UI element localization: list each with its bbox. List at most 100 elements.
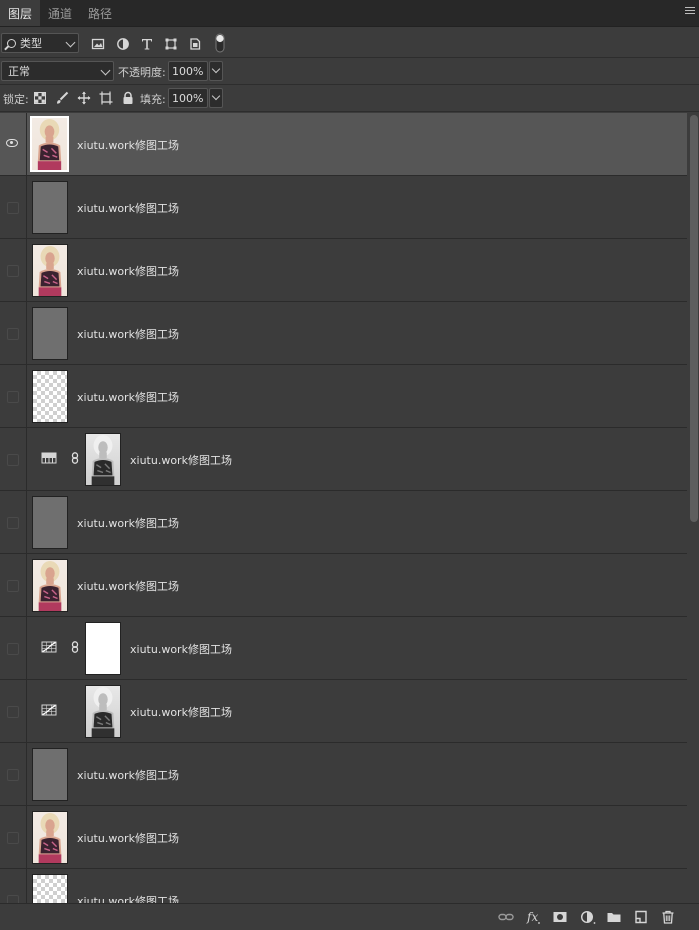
layer-row[interactable]: xiutu.work修图工场 xyxy=(0,365,687,428)
lock-artboard-icon[interactable] xyxy=(99,91,113,105)
filter-toggle-icon[interactable] xyxy=(215,33,225,53)
layer-thumbnail[interactable] xyxy=(32,559,68,612)
adjustment-filter-icon[interactable] xyxy=(116,37,130,51)
portrait-thumbnail-image xyxy=(38,245,62,296)
layer-thumbnail[interactable] xyxy=(32,874,68,903)
layer-name[interactable]: xiutu.work修图工场 xyxy=(77,326,179,342)
layer-name[interactable]: xiutu.work修图工场 xyxy=(77,830,179,846)
layer-row[interactable]: xiutu.work修图工场 xyxy=(0,302,687,365)
layer-thumbnail[interactable] xyxy=(30,116,69,172)
mask-link-icon[interactable] xyxy=(71,452,79,464)
layer-name[interactable]: xiutu.work修图工场 xyxy=(77,263,179,279)
layer-row[interactable]: xiutu.work修图工场 xyxy=(0,176,687,239)
layer-thumbnail[interactable] xyxy=(32,496,68,549)
filter-type-label: 类型 xyxy=(20,37,42,50)
new-group-icon[interactable] xyxy=(606,910,622,924)
mask-link-icon[interactable] xyxy=(71,641,79,653)
opacity-input[interactable]: 100% xyxy=(168,61,208,81)
tab-paths[interactable]: 路径 xyxy=(80,0,120,26)
image-filter-icon[interactable] xyxy=(91,37,105,51)
layer-name[interactable]: xiutu.work修图工场 xyxy=(77,389,179,405)
blend-mode-select[interactable]: 正常 xyxy=(1,61,114,81)
curves-adjustment-icon[interactable] xyxy=(41,641,57,653)
fill-dropdown[interactable] xyxy=(209,88,223,108)
panel-menu-icon[interactable] xyxy=(685,7,695,17)
smart-object-filter-icon[interactable] xyxy=(188,37,202,51)
visibility-toggle[interactable] xyxy=(0,743,27,805)
filter-row: 类型 xyxy=(0,29,699,58)
hidden-visibility-box xyxy=(7,328,19,340)
shape-filter-icon[interactable] xyxy=(164,37,178,51)
visibility-toggle[interactable] xyxy=(0,365,27,427)
fill-input[interactable]: 100% xyxy=(168,88,208,108)
hidden-visibility-box xyxy=(7,391,19,403)
type-filter-icon[interactable] xyxy=(140,37,154,51)
new-adjustment-icon[interactable] xyxy=(580,910,596,924)
visibility-toggle[interactable] xyxy=(0,113,27,175)
curves-adjustment-icon[interactable] xyxy=(41,704,57,716)
layer-row[interactable]: xiutu.work修图工场 xyxy=(0,743,687,806)
new-layer-icon[interactable] xyxy=(633,910,649,924)
layer-row[interactable]: xiutu.work修图工场 xyxy=(0,617,687,680)
blend-mode-label: 正常 xyxy=(8,65,30,78)
layer-row[interactable]: xiutu.work修图工场 xyxy=(0,113,687,176)
layer-mask-thumbnail[interactable] xyxy=(85,685,121,738)
visibility-toggle[interactable] xyxy=(0,617,27,679)
lock-all-icon[interactable] xyxy=(121,91,135,105)
layer-thumbnail[interactable] xyxy=(32,370,68,423)
lock-position-icon[interactable] xyxy=(77,91,91,105)
tab-channels[interactable]: 通道 xyxy=(40,0,80,26)
visibility-toggle[interactable] xyxy=(0,680,27,742)
link-layers-icon[interactable] xyxy=(498,910,514,924)
tab-layers[interactable]: 图层 xyxy=(0,0,41,26)
layer-name[interactable]: xiutu.work修图工场 xyxy=(77,515,179,531)
fx-icon[interactable]: fx xyxy=(525,910,541,924)
layer-name[interactable]: xiutu.work修图工场 xyxy=(77,200,179,216)
filter-type-select[interactable]: 类型 xyxy=(1,33,79,53)
add-mask-icon[interactable] xyxy=(552,910,568,924)
layer-thumbnail[interactable] xyxy=(32,748,68,801)
layer-row[interactable]: xiutu.work修图工场 xyxy=(0,869,687,903)
layer-row[interactable]: xiutu.work修图工场 xyxy=(0,806,687,869)
layer-thumbnail[interactable] xyxy=(32,307,68,360)
hidden-visibility-box xyxy=(7,895,19,903)
layer-name[interactable]: xiutu.work修图工场 xyxy=(77,137,179,153)
layer-thumbnail[interactable] xyxy=(32,811,68,864)
visibility-toggle[interactable] xyxy=(0,491,27,553)
layer-mask-thumbnail[interactable] xyxy=(85,622,121,675)
layer-mask-thumbnail[interactable] xyxy=(85,433,121,486)
layer-row[interactable]: xiutu.work修图工场 xyxy=(0,239,687,302)
layer-row[interactable]: xiutu.work修图工场 xyxy=(0,554,687,617)
visibility-toggle[interactable] xyxy=(0,176,27,238)
hidden-visibility-box xyxy=(7,706,19,718)
layer-name[interactable]: xiutu.work修图工场 xyxy=(130,452,232,468)
lock-transparent-icon[interactable] xyxy=(33,91,47,105)
layer-name[interactable]: xiutu.work修图工场 xyxy=(77,893,179,903)
layer-row[interactable]: xiutu.work修图工场 xyxy=(0,491,687,554)
gradient-map-adjustment-icon[interactable] xyxy=(41,452,57,464)
delete-layer-icon[interactable] xyxy=(660,910,676,924)
layer-thumbnail[interactable] xyxy=(32,244,68,297)
layer-name[interactable]: xiutu.work修图工场 xyxy=(130,641,232,657)
layer-name[interactable]: xiutu.work修图工场 xyxy=(77,578,179,594)
layer-thumbnail[interactable] xyxy=(32,181,68,234)
visibility-toggle[interactable] xyxy=(0,302,27,364)
chevron-down-icon xyxy=(65,37,76,48)
opacity-dropdown[interactable] xyxy=(209,61,223,81)
visibility-toggle[interactable] xyxy=(0,806,27,868)
layer-row[interactable]: xiutu.work修图工场 xyxy=(0,428,687,491)
layer-name[interactable]: xiutu.work修图工场 xyxy=(77,767,179,783)
scrollbar-thumb[interactable] xyxy=(690,115,698,522)
tab-paths-label: 路径 xyxy=(88,6,113,21)
layers-panel: 图层 通道 路径 类型 正常 不透明度: 100% 锁定: 填充: 100% x… xyxy=(0,0,699,930)
tab-channels-label: 通道 xyxy=(48,6,73,21)
visibility-toggle[interactable] xyxy=(0,239,27,301)
visibility-toggle[interactable] xyxy=(0,554,27,616)
layer-row[interactable]: xiutu.work修图工场 xyxy=(0,680,687,743)
layer-name[interactable]: xiutu.work修图工场 xyxy=(130,704,232,720)
visibility-toggle[interactable] xyxy=(0,869,27,903)
visibility-toggle[interactable] xyxy=(0,428,27,490)
lock-label: 锁定: xyxy=(3,93,29,106)
lock-image-icon[interactable] xyxy=(55,91,69,105)
portrait-thumbnail-image xyxy=(38,812,62,863)
